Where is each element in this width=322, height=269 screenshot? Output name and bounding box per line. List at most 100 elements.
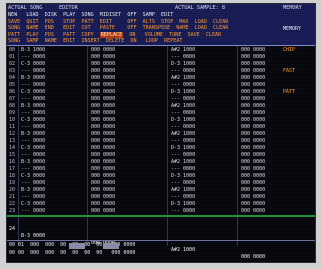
channel-1-cell[interactable]: --- 0000	[21, 166, 45, 173]
channel-2-cell[interactable]: 000 0000	[91, 131, 115, 138]
channel-1-cell[interactable]: C-3 0000	[21, 201, 45, 208]
channel-2-cell[interactable]: 000 0000	[91, 89, 115, 96]
channel-2-cell[interactable]: 000 0000	[91, 138, 115, 145]
pattern-row[interactable]: 07 --- 0000 000 0000 --- 0000 000 0000	[7, 96, 315, 103]
channel-2-cell[interactable]: 000 0000	[91, 208, 115, 215]
channel-1-cell[interactable]: --- 0000	[21, 180, 45, 187]
channel-4-cell[interactable]: 000 0000	[241, 187, 265, 194]
channel-3-cell[interactable]: --- 0000	[171, 110, 195, 117]
channel-4-cell[interactable]: 000 0000	[241, 89, 265, 96]
channel-4-cell[interactable]: 000 0000	[241, 47, 265, 54]
channel-2-cell[interactable]: 000 0000	[91, 187, 115, 194]
channel-2-cell[interactable]: 000 0000	[91, 173, 115, 180]
channel-4-cell[interactable]: 000 0000	[241, 201, 265, 208]
channel-1-cell[interactable]: C-3 0000	[21, 61, 45, 68]
channel-2-cell[interactable]: 000 0000	[91, 68, 115, 75]
channel-4-cell[interactable]: 000 0000	[241, 61, 265, 68]
channel-4-cell[interactable]: 000 0000	[241, 166, 265, 173]
channel-3-cell[interactable]: A#2 1000	[171, 103, 195, 110]
channel-3-cell[interactable]: A#2 1000	[171, 159, 195, 166]
channel-3-cell[interactable]: --- 0000	[171, 208, 195, 215]
channel-2-cell[interactable]: 000 0000	[91, 103, 115, 110]
channel-4-cell[interactable]: 000 0000	[241, 54, 265, 61]
channel-4-cell[interactable]: 000 0000	[241, 173, 265, 180]
pattern-row[interactable]: 08 B-3 0000 000 0000 A#2 1000 000 0000	[7, 103, 315, 110]
channel-1-cell[interactable]: --- 0000	[21, 208, 45, 215]
pattern-row[interactable]: 03 --- 0000 000 0000 --- 0000 000 0000	[7, 68, 315, 75]
channel-3-cell[interactable]: A#2 1000	[171, 131, 195, 138]
channel-3-cell[interactable]: --- 0000	[171, 152, 195, 159]
channel-4-cell[interactable]: 000 0000	[241, 145, 265, 152]
channel-3-cell[interactable]: --- 0000	[171, 68, 195, 75]
pattern-row[interactable]: 01 --- 0000 000 0000 --- 0000 000 0000	[7, 54, 315, 61]
pattern-grid[interactable]: 00 B-3 1000 000 0000 A#2 1000 000 0000 01 --- …	[7, 47, 315, 219]
channel-4-cell[interactable]: 000 0000	[241, 110, 265, 117]
channel-1-cell[interactable]: C-3 0000	[21, 117, 45, 124]
channel-1-cell[interactable]: --- 0000	[21, 96, 45, 103]
channel-1-cell[interactable]: B-3 0000	[21, 233, 45, 240]
pattern-row[interactable]: 04 B-3 0000 000 0000 A#2 1000 000 0000	[7, 75, 315, 82]
channel-1-cell[interactable]: B-3 0000	[21, 75, 45, 82]
pattern-row[interactable]: 13 --- 0000 000 0000 --- 0000 000 0000	[7, 138, 315, 145]
highlighted-command[interactable]: REPLACE	[99, 31, 124, 38]
channel-4-cell[interactable]: 000 0000	[241, 96, 265, 103]
channel-4-cell[interactable]: 000 0000	[241, 159, 265, 166]
channel-1-cell[interactable]: --- 0000	[21, 82, 45, 89]
channel-4-cell[interactable]: 000 0000	[241, 180, 265, 187]
pattern-row[interactable]: 22 C-3 0000 000 0000 D-3 1000 000 0000	[7, 201, 315, 208]
channel-1-cell[interactable]: B-3 0000	[21, 103, 45, 110]
channel-4-cell[interactable]: 000 0000	[241, 131, 265, 138]
channel-1-cell[interactable]: --- 0000	[21, 138, 45, 145]
channel-2-cell[interactable]: 000 0000	[91, 124, 115, 131]
channel-1-cell[interactable]: --- 0000	[21, 110, 45, 117]
channel-2-cell[interactable]: 000 0000	[91, 75, 115, 82]
channel-2-cell[interactable]: 000 0000	[91, 152, 115, 159]
channel-2-cell[interactable]: 000 0000	[91, 145, 115, 152]
channel-1-cell[interactable]: C-3 0000	[21, 173, 45, 180]
channel-2-cell[interactable]: 000 0000	[91, 82, 115, 89]
channel-1-cell[interactable]: C-3 0000	[21, 89, 45, 96]
channel-3-cell[interactable]: D-3 1000	[171, 201, 195, 208]
channel-3-cell[interactable]: A#2 1000	[171, 47, 195, 54]
channel-3-cell[interactable]: --- 0000	[171, 180, 195, 187]
pattern-row[interactable]: 18 C-3 0000 000 0000 D-3 1000 000 0000	[7, 173, 315, 180]
pattern-row[interactable]: 10 C-3 0000 000 0000 D-3 1000 000 0000	[7, 117, 315, 124]
pattern-row[interactable]: 00 B-3 1000 000 0000 A#2 1000 000 0000	[7, 47, 315, 54]
channel-3-cell[interactable]: --- 0000	[171, 54, 195, 61]
channel-4-cell[interactable]: 000 0000	[241, 68, 265, 75]
channel-1-cell[interactable]: B-3 0000	[21, 187, 45, 194]
channel-3-cell[interactable]: D-3 1000	[171, 61, 195, 68]
channel-3-cell[interactable]: --- 0000	[171, 82, 195, 89]
channel-4-cell[interactable]: 000 0000	[241, 82, 265, 89]
channel-4-cell[interactable]: 000 0000	[241, 208, 265, 215]
pattern-row[interactable]: 02 C-3 0000 000 0000 D-3 1000 000 0000	[7, 61, 315, 68]
channel-1-cell[interactable]: --- 0000	[21, 68, 45, 75]
channel-2-cell[interactable]: 000 0000	[91, 194, 115, 201]
channel-2-cell[interactable]: 000 0000	[91, 166, 115, 173]
pattern-row[interactable]: 19 --- 0000 000 0000 --- 0000 000 0000	[7, 180, 315, 187]
channel-3-cell[interactable]: D-3 1000	[171, 89, 195, 96]
pattern-row[interactable]: 09 --- 0000 000 0000 --- 0000 000 0000	[7, 110, 315, 117]
pattern-row[interactable]: 21 --- 0000 000 0000 --- 0000 000 0000	[7, 194, 315, 201]
channel-4-cell[interactable]: 000 0000	[241, 138, 265, 145]
pattern-row[interactable]: 20 B-3 0000 000 0000 A#2 1000 000 0000	[7, 187, 315, 194]
pattern-row[interactable]: 15 --- 0000 000 0000 --- 0000 000 0000	[7, 152, 315, 159]
pattern-row[interactable]: 17 --- 0000 000 0000 --- 0000 000 0000	[7, 166, 315, 173]
channel-1-cell[interactable]: --- 0000	[21, 152, 45, 159]
channel-3-cell[interactable]: A#2 1000	[171, 75, 195, 82]
channel-3-cell[interactable]: --- 0000	[171, 166, 195, 173]
footer-button[interactable]	[69, 243, 85, 249]
channel-1-cell[interactable]: C-3 0000	[21, 145, 45, 152]
channel-4-cell[interactable]: 000 0000	[241, 75, 265, 82]
pattern-row[interactable]: 12 B-3 0000 000 0000 A#2 1000 000 0000	[7, 131, 315, 138]
pattern-row[interactable]: 23 --- 0000 000 0000 --- 0000 000 0000	[7, 208, 315, 215]
channel-2-cell[interactable]: 000 0000	[91, 47, 115, 54]
channel-3-cell[interactable]: --- 0000	[171, 124, 195, 131]
channel-2-cell[interactable]: 000 0000	[91, 110, 115, 117]
channel-4-cell[interactable]: 000 0000	[241, 194, 265, 201]
channel-3-cell[interactable]: D-3 1000	[171, 145, 195, 152]
channel-1-cell[interactable]: B-3 0000	[21, 131, 45, 138]
channel-4-cell[interactable]: 000 0000	[241, 124, 265, 131]
channel-1-cell[interactable]: --- 0000	[21, 194, 45, 201]
channel-4-cell[interactable]: 000 0000	[241, 152, 265, 159]
